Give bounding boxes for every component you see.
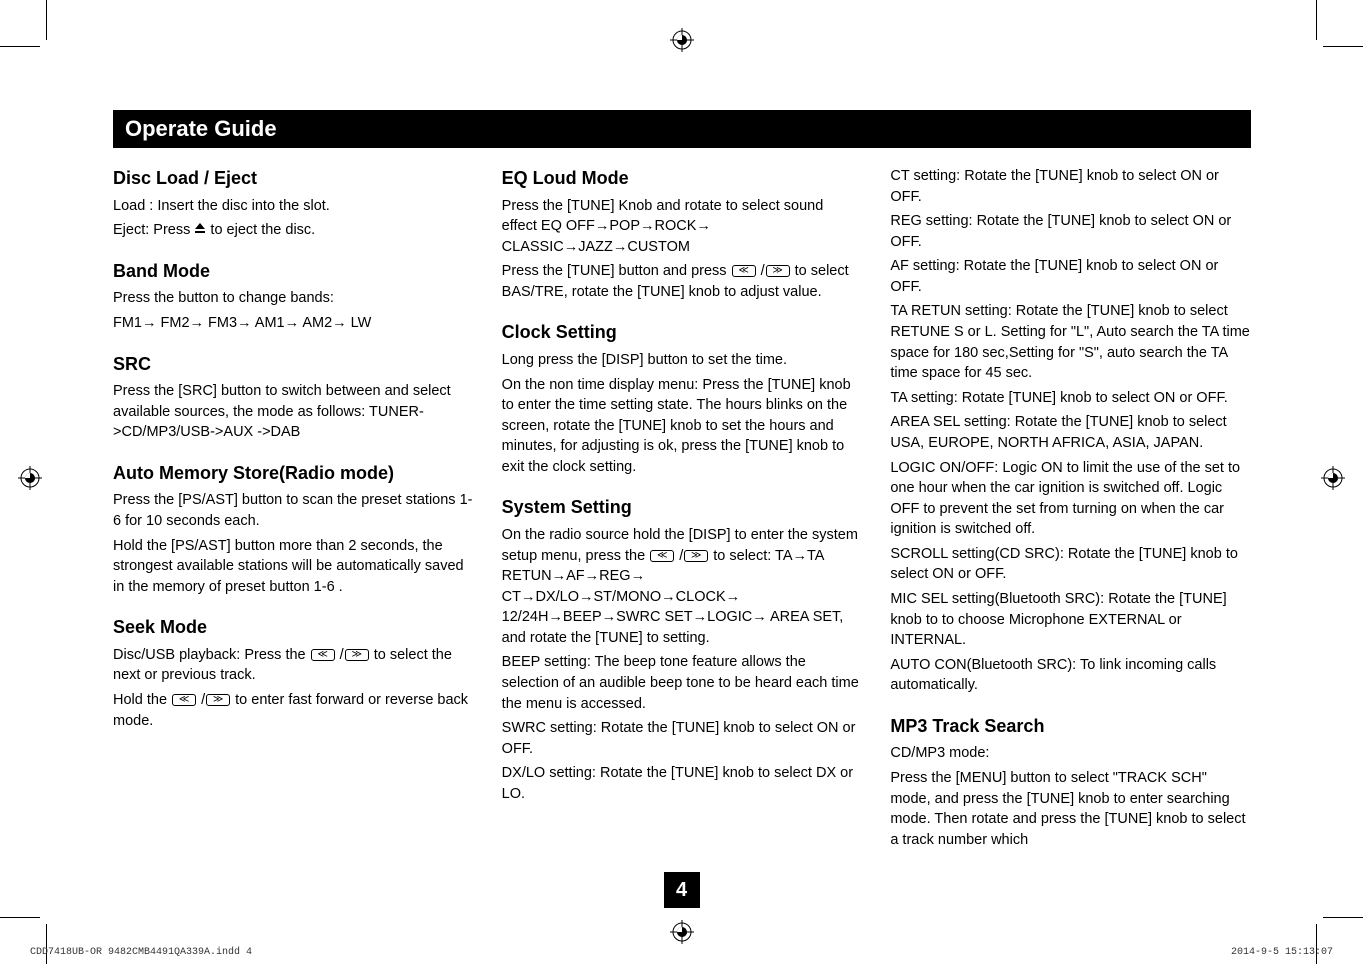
- heading-disc-load-eject: Disc Load / Eject: [113, 166, 474, 192]
- crop-mark: [1316, 0, 1317, 40]
- footer: CDD7418UB-OR 9482CMB4491QA339A.indd 4 20…: [30, 947, 1333, 958]
- body-text: AF setting: Rotate the [TUNE] knob to se…: [890, 256, 1251, 297]
- body-text: LOGIC ON/OFF: Logic ON to limit the use …: [890, 458, 1251, 540]
- body-text: AREA SEL setting: Rotate the [TUNE] knob…: [890, 412, 1251, 453]
- registration-mark-icon: [670, 28, 694, 52]
- text-fragment: Press the [TUNE] button and press: [502, 263, 731, 279]
- crop-mark: [1316, 924, 1317, 964]
- page-content: Operate Guide Disc Load / Eject Load : I…: [113, 110, 1251, 854]
- body-text: Press the [SRC] button to switch between…: [113, 381, 474, 443]
- crop-mark: [0, 46, 40, 47]
- body-text: CT setting: Rotate the [TUNE] knob to se…: [890, 166, 1251, 207]
- body-text: Press the [PS/AST] button to scan the pr…: [113, 490, 474, 531]
- section-title-bar: Operate Guide: [113, 110, 1251, 148]
- registration-mark-icon: [18, 466, 42, 490]
- next-track-icon: ≫: [345, 649, 369, 661]
- body-text: Press the [MENU] button to select "TRACK…: [890, 768, 1251, 850]
- body-text: Press the [TUNE] Knob and rotate to sele…: [502, 196, 863, 258]
- section-title: Operate Guide: [125, 116, 277, 141]
- heading-eq-loud-mode: EQ Loud Mode: [502, 166, 863, 192]
- crop-mark: [1323, 46, 1363, 47]
- next-track-icon: ≫: [206, 694, 230, 706]
- body-text: On the non time display menu: Press the …: [502, 375, 863, 478]
- body-text: Hold the ≪ /≫ to enter fast forward or r…: [113, 690, 474, 731]
- next-track-icon: ≫: [766, 265, 790, 277]
- body-text: Long press the [DISP] button to set the …: [502, 350, 863, 371]
- body-text: Load : Insert the disc into the slot.: [113, 196, 474, 217]
- body-text: SWRC setting: Rotate the [TUNE] knob to …: [502, 718, 863, 759]
- footer-filename: CDD7418UB-OR 9482CMB4491QA339A.indd 4: [30, 947, 252, 958]
- registration-mark-icon: [1321, 466, 1345, 490]
- registration-mark-icon: [670, 920, 694, 944]
- body-text: AUTO CON(Bluetooth SRC): To link incomin…: [890, 655, 1251, 696]
- column-1: Disc Load / Eject Load : Insert the disc…: [113, 166, 474, 854]
- heading-src: SRC: [113, 352, 474, 378]
- prev-track-icon: ≪: [172, 694, 196, 706]
- body-text: On the radio source hold the [DISP] to e…: [502, 525, 863, 648]
- text-fragment: to eject the disc.: [206, 222, 315, 238]
- heading-band-mode: Band Mode: [113, 259, 474, 285]
- column-3: CT setting: Rotate the [TUNE] knob to se…: [890, 166, 1251, 854]
- eject-icon: [194, 220, 206, 241]
- body-text: Disc/USB playback: Press the ≪ /≫ to sel…: [113, 645, 474, 686]
- prev-track-icon: ≪: [650, 550, 674, 562]
- body-text: Press the [TUNE] button and press ≪ /≫ t…: [502, 261, 863, 302]
- body-text: CD/MP3 mode:: [890, 743, 1251, 764]
- heading-mp3-track-search: MP3 Track Search: [890, 714, 1251, 740]
- body-text: MIC SEL setting(Bluetooth SRC): Rotate t…: [890, 589, 1251, 651]
- body-text: SCROLL setting(CD SRC): Rotate the [TUNE…: [890, 544, 1251, 585]
- text-fragment: Hold the: [113, 692, 171, 708]
- body-text: Hold the [PS/AST] button more than 2 sec…: [113, 536, 474, 598]
- body-text: Eject: Press to eject the disc.: [113, 220, 474, 241]
- body-text: Press the button to change bands:: [113, 288, 474, 309]
- crop-mark: [1323, 917, 1363, 918]
- footer-timestamp: 2014-9-5 15:13:07: [1231, 947, 1333, 958]
- crop-mark: [46, 924, 47, 964]
- crop-mark: [0, 917, 40, 918]
- body-text: TA RETUN setting: Rotate the [TUNE] knob…: [890, 301, 1251, 383]
- body-text: REG setting: Rotate the [TUNE] knob to s…: [890, 211, 1251, 252]
- prev-track-icon: ≪: [311, 649, 335, 661]
- next-track-icon: ≫: [684, 550, 708, 562]
- text-fragment: Eject: Press: [113, 222, 194, 238]
- heading-auto-memory-store: Auto Memory Store(Radio mode): [113, 461, 474, 487]
- column-2: EQ Loud Mode Press the [TUNE] Knob and r…: [502, 166, 863, 854]
- page-number: 4: [664, 872, 700, 908]
- columns: Disc Load / Eject Load : Insert the disc…: [113, 166, 1251, 854]
- text-fragment: Disc/USB playback: Press the: [113, 647, 310, 663]
- heading-clock-setting: Clock Setting: [502, 320, 863, 346]
- body-text: FM1→ FM2→ FM3→ AM1→ AM2→ LW: [113, 313, 474, 334]
- prev-track-icon: ≪: [732, 265, 756, 277]
- body-text: DX/LO setting: Rotate the [TUNE] knob to…: [502, 763, 863, 804]
- body-text: TA setting: Rotate [TUNE] knob to select…: [890, 388, 1251, 409]
- body-text: BEEP setting: The beep tone feature allo…: [502, 652, 863, 714]
- crop-mark: [46, 0, 47, 40]
- heading-seek-mode: Seek Mode: [113, 615, 474, 641]
- heading-system-setting: System Setting: [502, 495, 863, 521]
